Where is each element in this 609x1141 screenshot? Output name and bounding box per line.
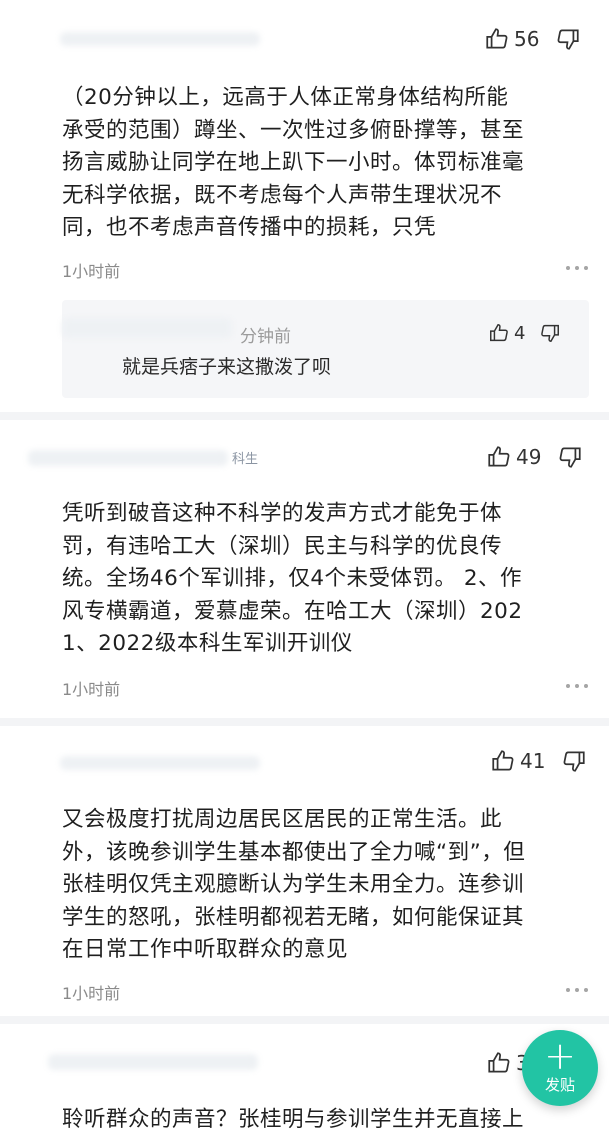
- plus-icon: +: [544, 1034, 576, 1078]
- like-count: 49: [516, 445, 542, 469]
- like-bar: 56: [484, 26, 581, 52]
- reply-text: 就是兵痞子来这撒泼了呗: [122, 356, 332, 378]
- thumbs-down-icon[interactable]: [557, 444, 583, 470]
- divider: [0, 412, 609, 420]
- thumbs-up-icon[interactable]: [490, 748, 516, 774]
- comment-line: 凭听到破音这种不科学的发声方式才能免于体: [62, 501, 503, 526]
- reply-time: 分钟前: [240, 327, 291, 347]
- thumbs-up-icon[interactable]: [484, 26, 510, 52]
- redacted-author: [60, 756, 260, 770]
- reply-like-count: 4: [514, 322, 526, 344]
- comment-line: 张桂明仅凭主观臆断认为学生未用全力。连参训: [62, 872, 525, 897]
- comment-item: 41 又会极度打扰周边居民区居民的正常生活。此 外，该晚参训学生基本都使出了全力…: [0, 726, 609, 1016]
- comment-line: 同，也不考虑声音传播中的损耗，只凭: [62, 215, 437, 240]
- like-bar: 41: [490, 748, 587, 774]
- comment-line: 外，该晚参训学生基本都使出了全力喊“到”，但: [62, 839, 526, 865]
- comment-line: 无科学依据，既不考虑每个人声带生理状况不: [62, 182, 503, 208]
- like-count: 56: [514, 27, 540, 51]
- reply-like-bar: 4: [488, 322, 561, 344]
- comment-time: 1小时前: [62, 262, 121, 281]
- more-icon[interactable]: [566, 988, 588, 994]
- comment-text: 聆听群众的声音？张桂明与参训学生并无直接上: [62, 1104, 592, 1137]
- thumbs-up-icon[interactable]: [486, 1050, 512, 1076]
- comment-line: 又会极度打扰周边居民区居民的正常生活。此: [62, 807, 503, 832]
- redacted-author: [48, 1054, 258, 1070]
- comment-line: 风专横霸道，爱慕虚荣。在哈工大（深圳）202: [62, 598, 523, 624]
- more-icon[interactable]: [566, 266, 588, 272]
- thumbs-up-icon[interactable]: [488, 322, 510, 344]
- post-button[interactable]: + 发贴: [522, 1030, 598, 1106]
- thumbs-down-icon[interactable]: [561, 748, 587, 774]
- comment-text: 又会极度打扰周边居民区居民的正常生活。此 外，该晚参训学生基本都使出了全力喊“到…: [62, 804, 592, 967]
- redacted-author: [60, 32, 260, 46]
- comment-line: 承受的范围）蹲坐、一次性过多俯卧撑等，甚至: [62, 117, 525, 143]
- comment-line: 统。全场46个军训排，仅4个未受体罚。 2、作: [62, 566, 523, 591]
- thumbs-down-icon[interactable]: [555, 26, 581, 52]
- like-bar: 49: [486, 444, 583, 470]
- comment-item: 3 聆听群众的声音？张桂明与参训学生并无直接上: [0, 1024, 609, 1141]
- like-count: 41: [520, 749, 546, 773]
- comment-line: 聆听群众的声音？张桂明与参训学生并无直接上: [62, 1107, 525, 1132]
- comment-text: （20分钟以上，远高于人体正常身体结构所能 承受的范围）蹲坐、一次性过多俯卧撑等…: [62, 82, 592, 245]
- reply-item[interactable]: 分钟前 4 就是兵痞子来这撒泼了呗: [62, 300, 589, 398]
- divider: [0, 1016, 609, 1024]
- comment-line: 学生的怒吼，张桂明都视若无睹，如何能保证其: [62, 904, 525, 930]
- thumbs-up-icon[interactable]: [486, 444, 512, 470]
- comment-time: 1小时前: [62, 984, 121, 1003]
- comment-line: 罚，有违哈工大（深圳）民主与科学的优良传: [62, 533, 503, 559]
- post-button-label: 发贴: [544, 1076, 575, 1094]
- thumbs-down-icon[interactable]: [539, 322, 561, 344]
- comment-item: 56 （20分钟以上，远高于人体正常身体结构所能 承受的范围）蹲坐、一次性过多俯…: [0, 0, 609, 408]
- redacted-reply-author: [62, 318, 232, 338]
- comment-line: （20分钟以上，远高于人体正常身体结构所能: [62, 85, 509, 110]
- more-icon[interactable]: [566, 684, 588, 690]
- comment-line: 1、2022级本科生军训开训仪: [62, 631, 353, 656]
- comment-line: 在日常工作中听取群众的意见: [62, 937, 349, 962]
- redacted-author: [28, 450, 228, 466]
- comment-time: 1小时前: [62, 680, 121, 699]
- comment-item: 科生 49 凭听到破音这种不科学的发声方式才能免于体 罚，有违哈工大（深圳）民主…: [0, 420, 609, 718]
- comment-line: 扬言威胁让同学在地上趴下一小时。体罚标准毫: [62, 150, 525, 175]
- divider: [0, 718, 609, 726]
- author-tag: 科生: [232, 452, 259, 467]
- comment-text: 凭听到破音这种不科学的发声方式才能免于体 罚，有违哈工大（深圳）民主与科学的优良…: [62, 498, 592, 661]
